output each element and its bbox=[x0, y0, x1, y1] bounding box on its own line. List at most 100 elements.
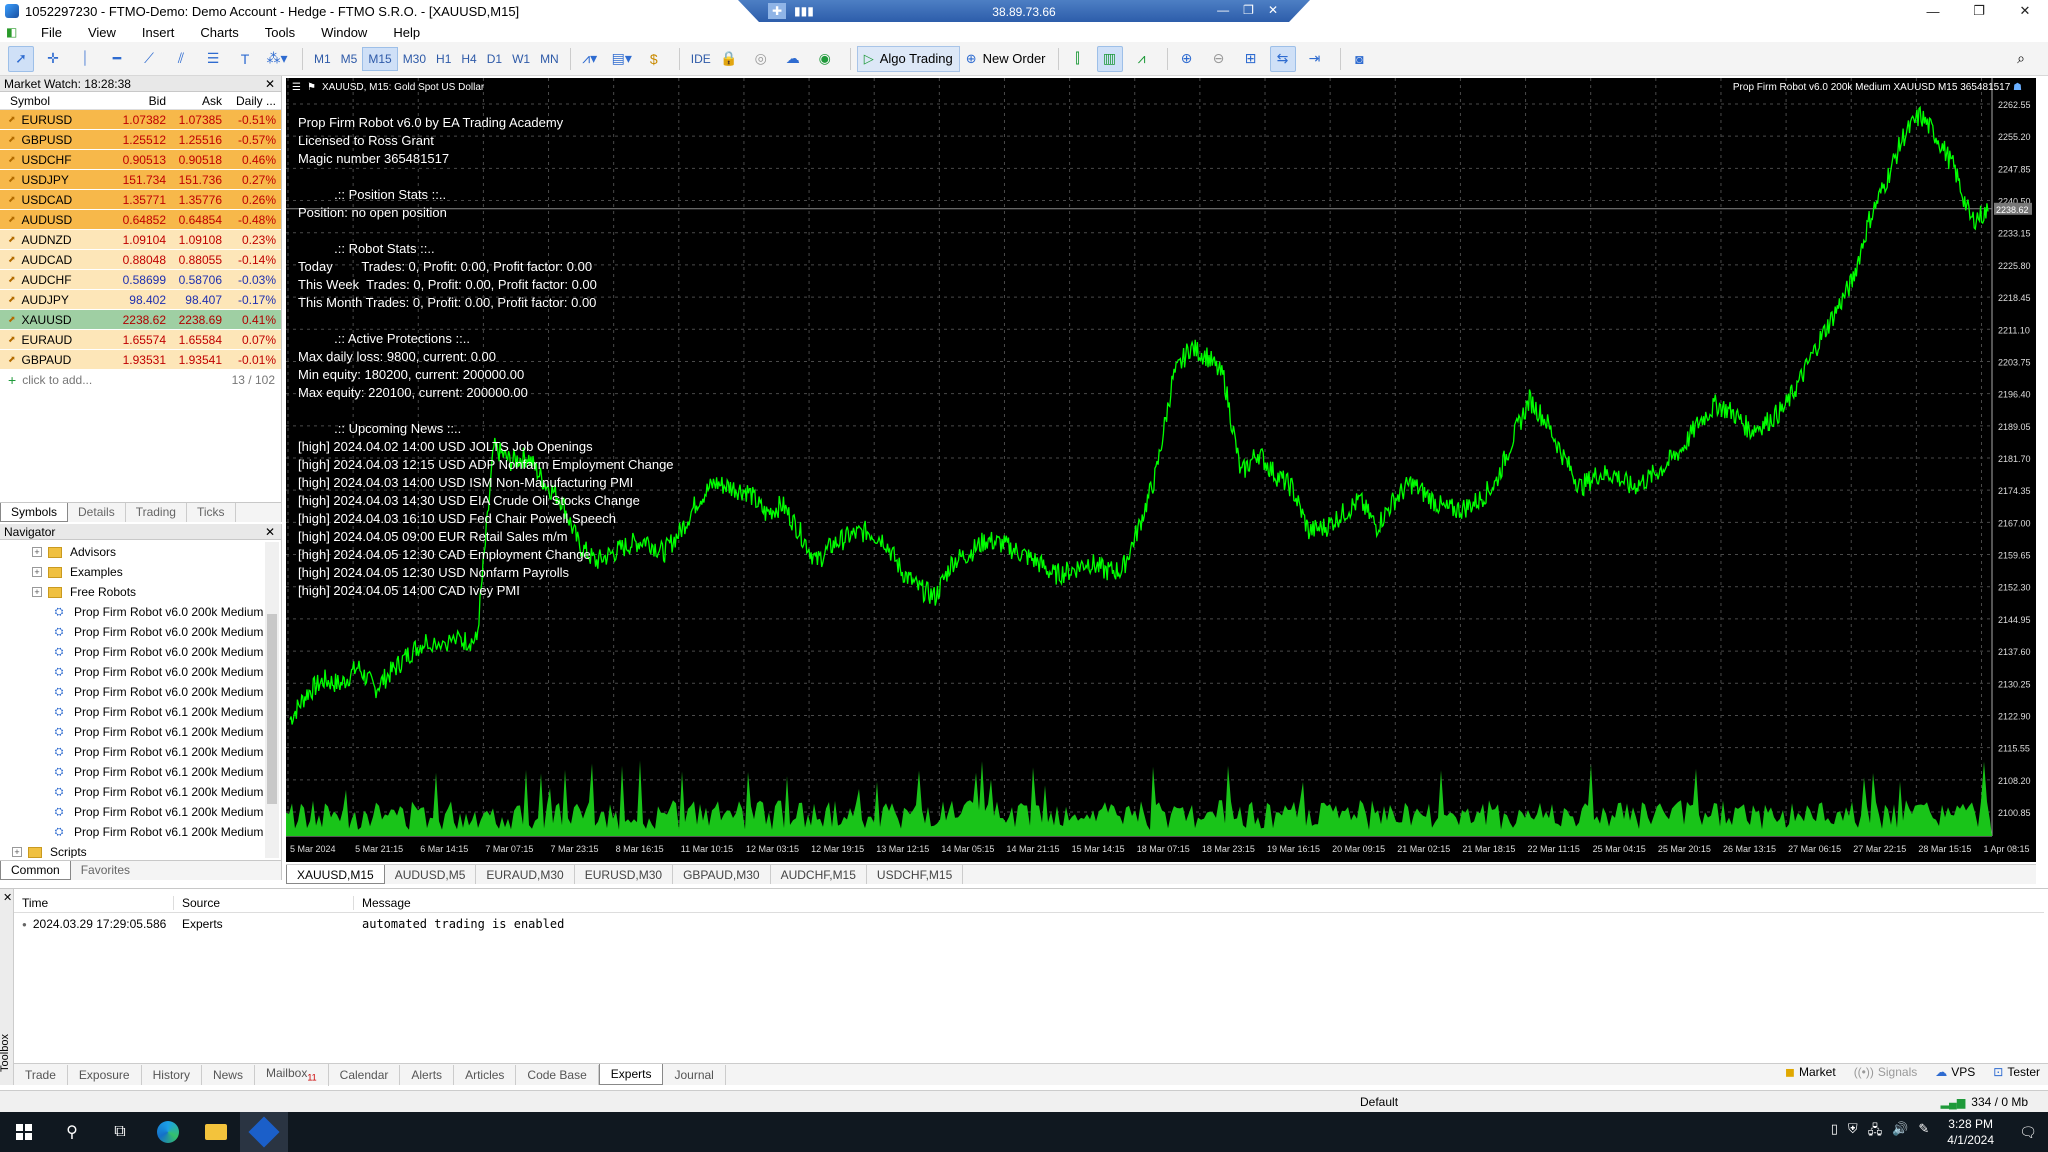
tab-articles[interactable]: Articles bbox=[454, 1064, 517, 1085]
tab-experts[interactable]: Experts bbox=[598, 1064, 664, 1085]
timeframe-m1[interactable]: M1 bbox=[309, 47, 336, 71]
metatrader-taskbar-icon[interactable] bbox=[240, 1112, 288, 1152]
timeframe-m15[interactable]: M15 bbox=[362, 46, 398, 71]
line-chart-icon[interactable]: ⩘ bbox=[1129, 46, 1155, 72]
close-icon[interactable]: ✕ bbox=[3, 891, 12, 904]
timeframe-h4[interactable]: H4 bbox=[456, 47, 481, 71]
chart-tab-audchf-m15[interactable]: AUDCHF,M15 bbox=[771, 865, 867, 884]
column-bid[interactable]: Bid bbox=[112, 94, 166, 108]
tree-item-robot[interactable]: ⛭ Prop Firm Robot v6.0 200k Medium bbox=[0, 622, 264, 642]
chart-tab-eurusd-m30[interactable]: EURUSD,M30 bbox=[575, 865, 674, 884]
ide-button[interactable]: IDE bbox=[686, 47, 716, 71]
navigator-scrollbar[interactable] bbox=[265, 542, 279, 858]
tab-favorites[interactable]: Favorites bbox=[71, 861, 140, 880]
market-watch-row[interactable]: ⬈ XAUUSD 2238.62 2238.69 0.41% bbox=[0, 310, 281, 330]
shapes-menu-icon[interactable]: ⁂▾ bbox=[264, 46, 290, 72]
chart-shift-icon[interactable]: ⇥ bbox=[1302, 46, 1328, 72]
lock-icon[interactable]: 🔒 bbox=[716, 46, 742, 72]
price-chart[interactable]: 2262.55 2255.20 2247.85 2240.50 2233.15 2225.… bbox=[286, 78, 2036, 862]
tab-mailbox[interactable]: Mailbox11 bbox=[255, 1063, 329, 1086]
tab-trading[interactable]: Trading bbox=[126, 503, 187, 522]
cursor-tool-icon[interactable]: ➚ bbox=[8, 45, 34, 72]
menu-tools[interactable]: Tools bbox=[252, 25, 308, 40]
zoom-in-icon[interactable]: ⊕ bbox=[1174, 46, 1200, 72]
tree-folder-advisors[interactable]: + Advisors bbox=[0, 542, 264, 562]
start-button[interactable] bbox=[0, 1112, 48, 1152]
tree-item-robot[interactable]: ⛭ Prop Firm Robot v6.1 200k Medium bbox=[0, 782, 264, 802]
tree-item-robot[interactable]: ⛭ Prop Firm Robot v6.1 200k Medium bbox=[0, 762, 264, 782]
tree-item-robot[interactable]: ⛭ Prop Firm Robot v6.1 200k Medium bbox=[0, 802, 264, 822]
tab-code-base[interactable]: Code Base bbox=[516, 1064, 599, 1085]
tile-windows-icon[interactable]: ⊞ bbox=[1238, 46, 1264, 72]
indicators-icon[interactable]: ⩘▾ bbox=[577, 46, 603, 72]
chart-tab-xauusd-m15[interactable]: XAUUSD,M15 bbox=[286, 865, 385, 884]
tab-ticks[interactable]: Ticks bbox=[187, 503, 236, 522]
vps-link[interactable]: ☁ VPS bbox=[1935, 1065, 1975, 1079]
minimize-button[interactable]: — bbox=[1910, 0, 1956, 22]
close-icon[interactable]: ✕ bbox=[265, 77, 275, 91]
signals-link[interactable]: ((•)) Signals bbox=[1854, 1065, 1918, 1079]
tree-item-robot[interactable]: ⛭ Prop Firm Robot v6.0 200k Medium bbox=[0, 602, 264, 622]
close-button[interactable]: ✕ bbox=[2002, 0, 2048, 22]
market-watch-row[interactable]: ⬈ AUDNZD 1.09104 1.09108 0.23% bbox=[0, 230, 281, 250]
menu-view[interactable]: View bbox=[75, 25, 129, 40]
tab-journal[interactable]: Journal bbox=[663, 1064, 726, 1085]
column-symbol[interactable]: Symbol bbox=[0, 94, 112, 108]
column-message[interactable]: Message bbox=[354, 896, 411, 910]
rdp-restore-button[interactable]: ❐ bbox=[1243, 3, 1254, 17]
market-link[interactable]: ◼ Market bbox=[1785, 1065, 1836, 1079]
tab-symbols[interactable]: Symbols bbox=[0, 503, 69, 522]
market-watch-row[interactable]: ⬈ GBPUSD 1.25512 1.25516 -0.57% bbox=[0, 130, 281, 150]
edge-browser-icon[interactable] bbox=[144, 1112, 192, 1152]
menu-insert[interactable]: Insert bbox=[129, 25, 188, 40]
trendline-icon[interactable]: ⟋ bbox=[136, 46, 162, 72]
chart-menu-icon[interactable]: ☰ bbox=[292, 82, 301, 93]
tree-item-robot[interactable]: ⛭ Prop Firm Robot v6.1 200k Medium bbox=[0, 722, 264, 742]
timeframe-d1[interactable]: D1 bbox=[482, 47, 507, 71]
chart-tab-audusd-m5[interactable]: AUDUSD,M5 bbox=[385, 865, 477, 884]
algo-trading-button[interactable]: ▷ Algo Trading bbox=[856, 45, 960, 72]
log-row[interactable]: ● 2024.03.29 17:29:05.586 Experts automa… bbox=[14, 915, 2044, 933]
task-view-icon[interactable]: ⧉ bbox=[96, 1112, 144, 1152]
timeframe-h1[interactable]: H1 bbox=[431, 47, 456, 71]
file-explorer-icon[interactable] bbox=[192, 1112, 240, 1152]
menu-file[interactable]: File bbox=[28, 25, 75, 40]
market-watch-row[interactable]: ⬈ AUDCAD 0.88048 0.88055 -0.14% bbox=[0, 250, 281, 270]
timeframe-w1[interactable]: W1 bbox=[507, 47, 535, 71]
market-watch-row[interactable]: ⬈ GBPAUD 1.93531 1.93541 -0.01% bbox=[0, 350, 281, 370]
chart-tab-euraud-m30[interactable]: EURAUD,M30 bbox=[476, 865, 575, 884]
column-source[interactable]: Source bbox=[174, 895, 354, 910]
scrollbar-thumb[interactable] bbox=[267, 614, 277, 804]
close-icon[interactable]: ✕ bbox=[265, 525, 275, 539]
tab-history[interactable]: History bbox=[142, 1064, 202, 1085]
cloud-icon[interactable]: ☁ bbox=[780, 46, 806, 72]
maximize-button[interactable]: ❐ bbox=[1956, 0, 2002, 22]
vps-icon[interactable]: ◉ bbox=[812, 46, 838, 72]
pen-icon[interactable]: ✎ bbox=[1918, 1121, 1929, 1143]
market-watch-row[interactable]: ⬈ USDCAD 1.35771 1.35776 0.26% bbox=[0, 190, 281, 210]
tree-folder-examples[interactable]: + Examples bbox=[0, 562, 264, 582]
tab-alerts[interactable]: Alerts bbox=[400, 1064, 455, 1085]
timeframe-mn[interactable]: MN bbox=[535, 47, 564, 71]
tree-item-robot[interactable]: ⛭ Prop Firm Robot v6.0 200k Medium bbox=[0, 662, 264, 682]
expand-icon[interactable]: + bbox=[32, 587, 42, 597]
volume-icon[interactable]: 🔊 bbox=[1892, 1121, 1908, 1143]
rdp-minimize-button[interactable]: — bbox=[1217, 3, 1229, 17]
bar-chart-icon[interactable]: ⫿ bbox=[1065, 46, 1091, 72]
templates-icon[interactable]: ▤▾ bbox=[609, 46, 635, 72]
expand-icon[interactable]: + bbox=[32, 567, 42, 577]
chart-tab-usdchf-m15[interactable]: USDCHF,M15 bbox=[867, 865, 964, 884]
market-watch-row[interactable]: ⬈ AUDCHF 0.58699 0.58706 -0.03% bbox=[0, 270, 281, 290]
tree-folder-free-robots[interactable]: + Free Robots bbox=[0, 582, 264, 602]
rdp-close-button[interactable]: ✕ bbox=[1268, 3, 1278, 17]
search-icon[interactable]: ⌕ bbox=[2008, 46, 2034, 72]
expand-icon[interactable]: + bbox=[12, 847, 22, 857]
market-watch-row[interactable]: ⬈ USDCHF 0.90513 0.90518 0.46% bbox=[0, 150, 281, 170]
column-ask[interactable]: Ask bbox=[166, 94, 222, 108]
market-watch-row[interactable]: ⬈ EURAUD 1.65574 1.65584 0.07% bbox=[0, 330, 281, 350]
new-order-button[interactable]: ⊕ New Order bbox=[960, 46, 1052, 72]
channel-icon[interactable]: ⫽ bbox=[168, 46, 194, 72]
timeframe-m30[interactable]: M30 bbox=[398, 47, 431, 71]
tab-news[interactable]: News bbox=[202, 1064, 255, 1085]
vertical-line-icon[interactable]: ⏐ bbox=[72, 46, 98, 72]
